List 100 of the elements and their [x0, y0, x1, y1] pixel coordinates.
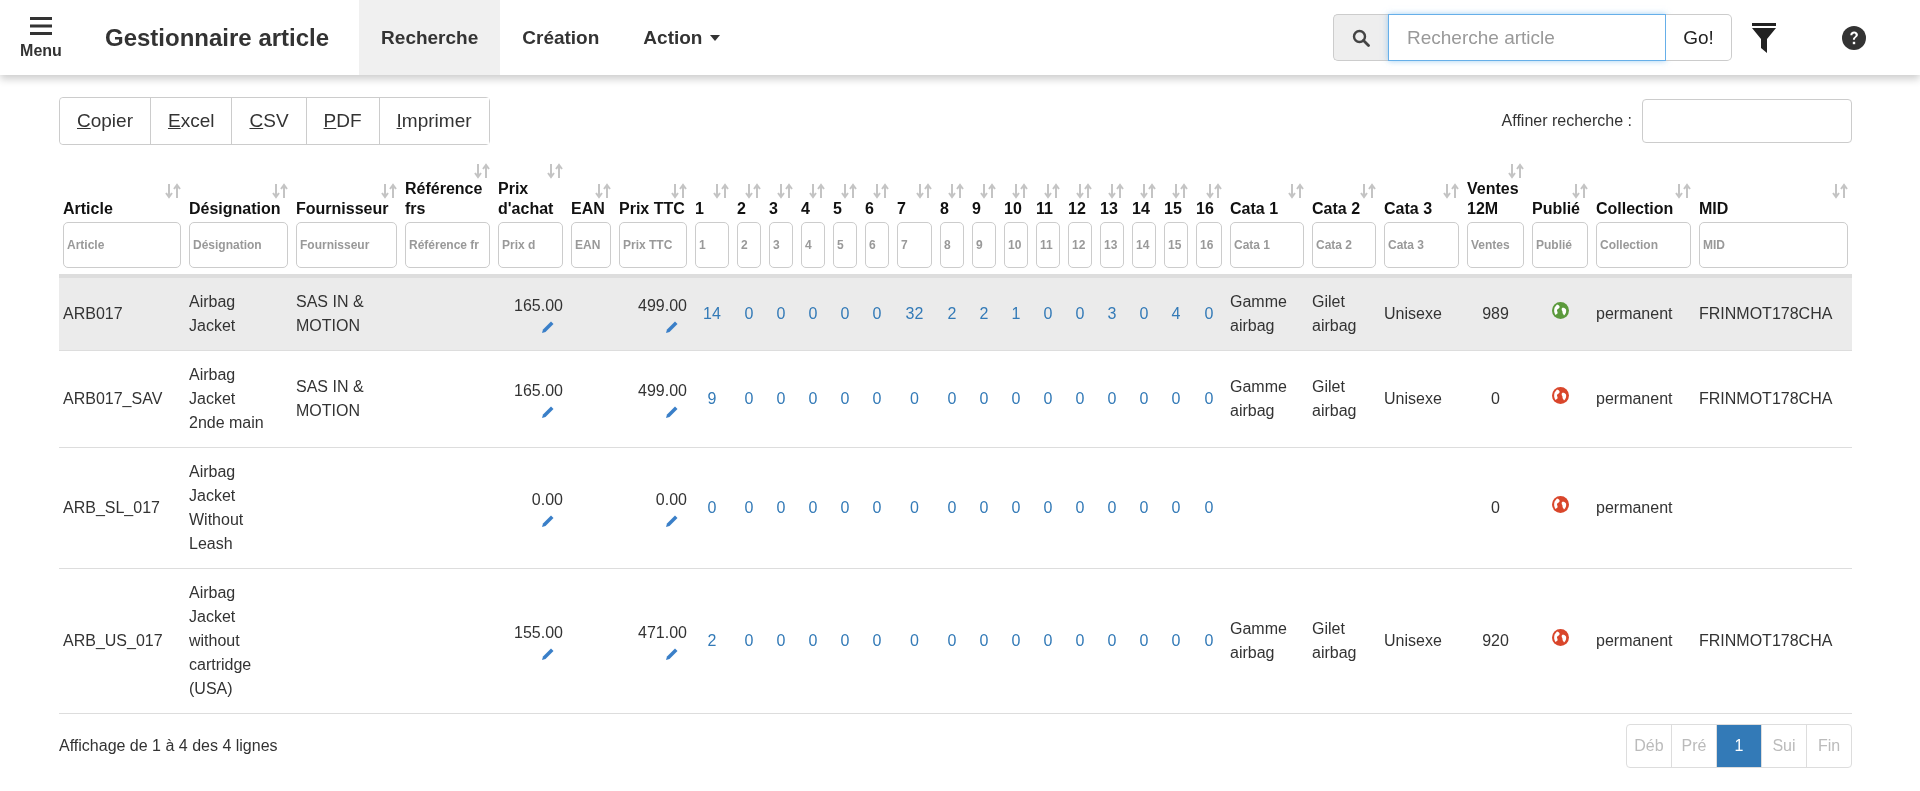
pencil-icon[interactable] [665, 514, 679, 528]
sort-icon[interactable] [1832, 183, 1848, 199]
column-filter-field[interactable]: Désignation [189, 222, 288, 268]
count-link[interactable]: 0 [979, 390, 989, 407]
count-link[interactable]: 0 [872, 499, 882, 516]
count-link[interactable]: 0 [840, 390, 850, 407]
column-filter-field[interactable]: Prix TTC [619, 222, 687, 268]
refine-search-field[interactable] [1642, 99, 1852, 143]
search-field[interactable]: Recherche article [1388, 14, 1666, 61]
count-link[interactable]: 0 [1043, 632, 1053, 649]
count-link[interactable]: 0 [947, 632, 957, 649]
count-link[interactable]: 0 [1075, 390, 1085, 407]
count-link[interactable]: 0 [776, 632, 786, 649]
sort-icon[interactable] [948, 183, 964, 199]
column-header[interactable]: 10 [1004, 199, 1028, 219]
count-link[interactable]: 0 [979, 499, 989, 516]
count-link[interactable]: 0 [1075, 499, 1085, 516]
column-filter-field[interactable]: 2 [737, 222, 761, 268]
sort-icon[interactable] [1140, 183, 1156, 199]
column-filter-field[interactable]: 11 [1036, 222, 1060, 268]
count-link[interactable]: 0 [1139, 305, 1149, 322]
count-link[interactable]: 0 [776, 390, 786, 407]
sort-icon[interactable] [713, 183, 729, 199]
column-filter-field[interactable]: Référence fr [405, 222, 490, 268]
pencil-icon[interactable] [665, 405, 679, 419]
count-link[interactable]: 0 [776, 305, 786, 322]
column-header[interactable]: Collection [1596, 199, 1691, 219]
column-header[interactable]: 14 [1132, 199, 1156, 219]
count-link[interactable]: 0 [1139, 632, 1149, 649]
column-filter-field[interactable]: 10 [1004, 222, 1028, 268]
export-button[interactable]: Imprimer [378, 98, 489, 144]
count-link[interactable]: 0 [1204, 499, 1214, 516]
count-link[interactable]: 0 [1107, 632, 1117, 649]
sort-icon[interactable] [873, 183, 889, 199]
count-link[interactable]: 0 [1107, 390, 1117, 407]
column-header[interactable]: 6 [865, 199, 889, 219]
column-filter-field[interactable]: 4 [801, 222, 825, 268]
column-filter-field[interactable]: Cata 3 [1384, 222, 1459, 268]
column-filter-field[interactable]: Ventes [1467, 222, 1524, 268]
sort-icon[interactable] [980, 183, 996, 199]
column-header[interactable]: Désignation [189, 199, 288, 219]
column-header[interactable]: 13 [1100, 199, 1124, 219]
count-link[interactable]: 0 [840, 305, 850, 322]
count-link[interactable]: 0 [1075, 632, 1085, 649]
column-filter-field[interactable]: EAN [571, 222, 611, 268]
count-link[interactable]: 0 [947, 499, 957, 516]
column-filter-field[interactable]: Collection [1596, 222, 1691, 268]
count-link[interactable]: 0 [840, 499, 850, 516]
column-header[interactable]: 2 [737, 199, 761, 219]
count-link[interactable]: 0 [707, 499, 717, 516]
help-icon[interactable] [1842, 25, 1866, 50]
globe-icon[interactable] [1551, 387, 1569, 404]
column-header[interactable]: Article [63, 199, 181, 219]
pencil-icon[interactable] [541, 514, 555, 528]
sort-icon[interactable] [671, 183, 687, 199]
count-link[interactable]: 0 [872, 390, 882, 407]
sort-icon[interactable] [841, 183, 857, 199]
sort-icon[interactable] [1675, 183, 1691, 199]
sort-icon[interactable] [1044, 183, 1060, 199]
nav-tab[interactable]: Action [621, 0, 743, 75]
count-link[interactable]: 0 [1043, 390, 1053, 407]
table-row[interactable]: ARB_SL_017 Airbag Jacket Without Leash 0.00 0.00 0 0 0 0 0 0 0 0 0 0 0 0 0 0 0 0 0 permanent [59, 447, 1852, 569]
count-link[interactable]: 0 [872, 305, 882, 322]
count-link[interactable]: 0 [744, 499, 754, 516]
count-link[interactable]: 0 [744, 632, 754, 649]
pencil-icon[interactable] [541, 320, 555, 334]
count-link[interactable]: 0 [1011, 390, 1021, 407]
column-filter-field[interactable]: 8 [940, 222, 964, 268]
column-filter-field[interactable]: 14 [1132, 222, 1156, 268]
column-filter-field[interactable]: MID [1699, 222, 1848, 268]
count-link[interactable]: 9 [707, 390, 717, 407]
count-link[interactable]: 4 [1171, 305, 1181, 322]
count-link[interactable]: 0 [872, 632, 882, 649]
count-link[interactable]: 0 [1171, 499, 1181, 516]
count-link[interactable]: 0 [1171, 632, 1181, 649]
count-link[interactable]: 0 [1075, 305, 1085, 322]
count-link[interactable]: 0 [808, 305, 818, 322]
table-row[interactable]: ARB_US_017 Airbag Jacket without cartridge (USA) 155.00 471.00 2 0 0 0 0 0 0 0 0 0 0 0 0 0 0 0 Gamme airbag Gilet airbag Unisexe 920 permanent FRINMOT178CHA [59, 568, 1852, 714]
count-link[interactable]: 0 [808, 632, 818, 649]
count-link[interactable]: 0 [1204, 632, 1214, 649]
column-filter-field[interactable]: 16 [1196, 222, 1222, 268]
count-link[interactable]: 0 [947, 390, 957, 407]
sort-icon[interactable] [1288, 183, 1304, 199]
pagination-button[interactable]: 1 [1716, 725, 1761, 767]
count-link[interactable]: 0 [1011, 632, 1021, 649]
column-header[interactable]: Prix TTC [619, 199, 687, 219]
column-filter-field[interactable]: 7 [897, 222, 932, 268]
column-filter-field[interactable]: Publié [1532, 222, 1588, 268]
column-header[interactable]: 16 [1196, 199, 1222, 219]
count-link[interactable]: 0 [910, 632, 919, 649]
globe-icon[interactable] [1551, 496, 1569, 513]
count-link[interactable]: 3 [1107, 305, 1117, 322]
column-header[interactable]: 7 [897, 199, 932, 219]
table-row[interactable]: ARB017_SAV Airbag Jacket 2nde main SAS IN & MOTION 165.00 499.00 9 0 0 0 0 0 0 0 0 0 0 0 0 0 0 0 Gamme airbag Gilet airbag Unisexe 0 permanent FRINMOT178CHA [59, 350, 1852, 448]
count-link[interactable]: 0 [979, 632, 989, 649]
table-row[interactable]: ARB017 Airbag Jacket SAS IN & MOTION 165.00 499.00 14 0 0 0 0 0 32 2 2 1 0 0 3 0 4 0 Gamme airbag Gilet airbag Unisexe 989 permanent FRINMOT178CHA [59, 276, 1852, 351]
column-filter-field[interactable]: 6 [865, 222, 889, 268]
sort-icon[interactable] [745, 183, 761, 199]
column-header[interactable]: Cata 3 [1384, 199, 1459, 219]
pencil-icon[interactable] [541, 647, 555, 661]
